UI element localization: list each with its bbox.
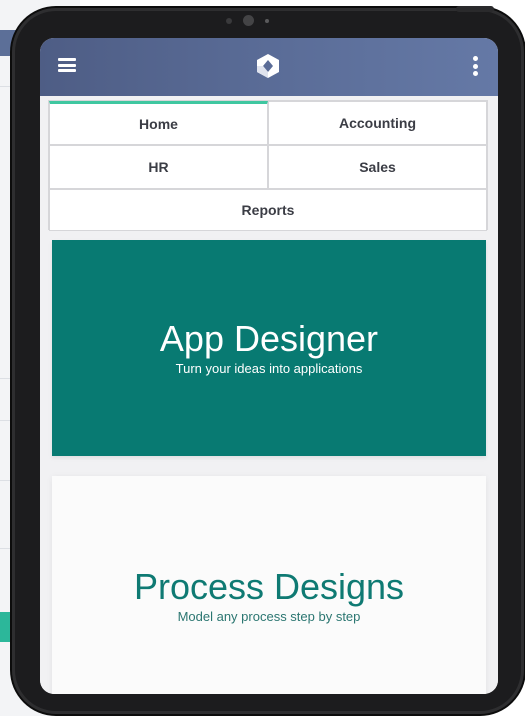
- tab-reports[interactable]: Reports: [49, 189, 487, 231]
- tablet-screen: Home Accounting HR Sales Reports App Des…: [40, 38, 498, 694]
- main-content: Home Accounting HR Sales Reports App Des…: [40, 96, 498, 694]
- tab-sales[interactable]: Sales: [268, 145, 487, 189]
- process-designs-title: Process Designs: [133, 565, 405, 607]
- camera-icon: [243, 15, 254, 26]
- process-designs-subtitle: Model any process step by step: [177, 608, 361, 624]
- tab-home[interactable]: Home: [49, 101, 268, 145]
- sensor-dot: [265, 19, 269, 23]
- vertical-dots-icon[interactable]: [472, 56, 478, 76]
- tab-accounting[interactable]: Accounting: [268, 101, 487, 145]
- hexagon-logo-icon[interactable]: [255, 53, 281, 79]
- process-designs-card[interactable]: Process Designs Model any process step b…: [52, 476, 486, 694]
- power-button: [456, 6, 494, 12]
- tab-grid: Home Accounting HR Sales Reports: [48, 100, 488, 231]
- app-designer-subtitle: Turn your ideas into applications: [175, 360, 363, 376]
- app-designer-title: App Designer: [159, 317, 379, 359]
- sensor-dot: [226, 18, 232, 24]
- hamburger-menu-icon[interactable]: [58, 58, 76, 72]
- tab-hr[interactable]: HR: [49, 145, 268, 189]
- app-designer-card[interactable]: App Designer Turn your ideas into applic…: [52, 240, 486, 456]
- app-top-bar: [40, 38, 498, 96]
